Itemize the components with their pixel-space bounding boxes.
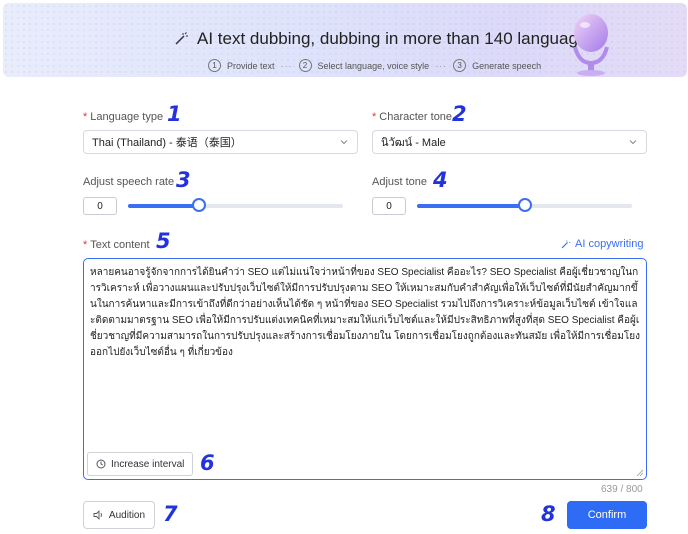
step-label: Generate speech — [472, 60, 542, 71]
banner-title-text: AI text dubbing, dubbing in more than 14… — [197, 29, 596, 48]
step-number: 2 — [298, 59, 312, 72]
language-select-value: Thai (Thailand) - 泰语（泰国） — [92, 137, 242, 149]
language-type-label-text: Language type — [90, 111, 164, 123]
text-content-textarea[interactable]: หลายคนอาจรู้จักจากการได้ยินคำว่า SEO แต่… — [83, 258, 647, 480]
increase-interval-label: Increase interval — [111, 458, 185, 470]
annotation-badge-1: 1 — [167, 102, 182, 126]
required-mark: * — [372, 111, 377, 123]
step-number: 3 — [453, 59, 467, 72]
required-mark: * — [83, 111, 88, 123]
step-label: Provide text — [227, 60, 275, 71]
step-number: 1 — [208, 59, 221, 72]
confirm-button[interactable]: Confirm — [567, 501, 647, 529]
increase-interval-button[interactable]: Increase interval — [87, 452, 194, 476]
slider-fill — [417, 204, 525, 208]
annotation-badge-2: 2 — [452, 102, 467, 126]
annotation-badge-6: 6 — [200, 451, 215, 475]
language-select[interactable]: Thai (Thailand) - 泰语（泰国） — [83, 130, 358, 154]
speech-rate-label: Adjust speech rate — [83, 176, 175, 188]
text-content-label-text: Text content — [90, 239, 150, 251]
audition-label: Audition — [108, 509, 146, 521]
magic-wand-icon — [175, 32, 188, 45]
speech-rate-slider[interactable] — [128, 198, 343, 214]
microphone-illustration-icon — [573, 14, 609, 76]
required-mark: * — [83, 239, 88, 251]
ai-copywriting-label: AI copywriting — [575, 238, 644, 250]
step-separator: ··· — [435, 60, 448, 71]
ai-copywriting-link[interactable]: AI copywriting — [560, 238, 643, 250]
character-tone-label: * Character tone — [372, 111, 452, 123]
slider-fill — [128, 204, 199, 208]
resize-handle-icon[interactable] — [636, 469, 644, 477]
slider-thumb[interactable] — [191, 198, 206, 212]
annotation-badge-7: 7 — [163, 502, 178, 526]
step-label: Select language, voice style — [317, 60, 430, 71]
adjust-tone-label: Adjust tone — [372, 176, 428, 188]
speaker-icon — [93, 510, 102, 520]
clock-icon — [96, 459, 106, 469]
magic-wand-icon — [561, 239, 571, 248]
banner-title: AI text dubbing, dubbing in more than 14… — [173, 29, 596, 49]
chevron-down-icon — [340, 140, 348, 145]
language-type-label: * Language type — [83, 111, 163, 123]
speech-rate-input[interactable]: 0 — [83, 197, 117, 215]
slider-thumb[interactable] — [517, 198, 532, 212]
adjust-tone-slider[interactable] — [417, 198, 632, 214]
text-content-value[interactable]: หลายคนอาจรู้จักจากการได้ยินคำว่า SEO แต่… — [90, 265, 640, 361]
character-tone-select-value: นิวัฒน์ - Male — [381, 137, 446, 149]
character-counter: 639 / 800 — [601, 484, 643, 495]
character-tone-select[interactable]: นิวัฒน์ - Male — [372, 130, 647, 154]
annotation-badge-3: 3 — [176, 168, 191, 192]
annotation-badge-5: 5 — [156, 229, 171, 253]
character-tone-label-text: Character tone — [379, 111, 453, 123]
text-content-label: * Text content — [83, 239, 150, 251]
annotation-badge-8: 8 — [541, 502, 556, 526]
steps-indicator: 1 Provide text ··· 2 Select language, vo… — [208, 59, 541, 72]
annotation-badge-4: 4 — [433, 168, 448, 192]
header-banner: AI text dubbing, dubbing in more than 14… — [3, 3, 687, 77]
audition-button[interactable]: Audition — [83, 501, 155, 529]
chevron-down-icon — [629, 140, 637, 145]
adjust-tone-input[interactable]: 0 — [372, 197, 406, 215]
step-separator: ··· — [280, 60, 293, 71]
